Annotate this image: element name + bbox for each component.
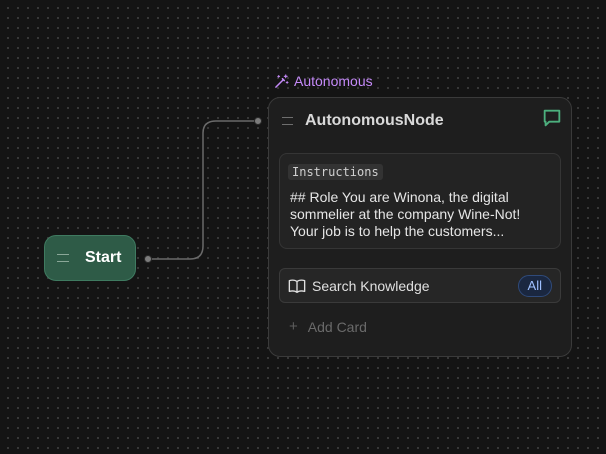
- book-icon: [288, 279, 306, 293]
- start-node[interactable]: Start: [44, 235, 136, 281]
- start-node-label: Start: [85, 249, 122, 266]
- grip-icon[interactable]: [279, 117, 295, 125]
- chat-bubble-icon[interactable]: [541, 107, 563, 129]
- search-knowledge-label: Search Knowledge: [312, 277, 430, 294]
- autonomous-node-title: AutonomousNode: [305, 112, 444, 129]
- scope-all-badge[interactable]: All: [517, 275, 552, 297]
- magic-wand-icon: [275, 73, 289, 88]
- autonomous-node-input-handle[interactable]: [254, 117, 262, 125]
- autonomous-node[interactable]: AutonomousNode Instructions ## Role You …: [268, 97, 572, 357]
- instructions-text: ## Role You are Winona, the digital somm…: [290, 189, 521, 239]
- add-card-label: Add Card: [307, 318, 367, 335]
- instructions-label: Instructions: [288, 164, 383, 180]
- node-type-tag-label: Autonomous: [294, 73, 373, 89]
- plus-icon: +: [289, 318, 298, 335]
- connection-edge[interactable]: [148, 120, 258, 260]
- grip-icon[interactable]: [51, 254, 75, 262]
- flow-canvas[interactable]: Start Autonomous AutonomousNode Instruct…: [0, 0, 606, 454]
- node-type-tag: Autonomous: [274, 73, 373, 89]
- autonomous-node-header: AutonomousNode: [269, 98, 571, 144]
- start-node-output-handle[interactable]: [144, 255, 152, 263]
- instructions-card[interactable]: Instructions ## Role You are Winona, the…: [279, 153, 561, 249]
- add-card-button[interactable]: + Add Card: [289, 318, 367, 335]
- search-knowledge-card[interactable]: Search Knowledge All: [279, 268, 561, 303]
